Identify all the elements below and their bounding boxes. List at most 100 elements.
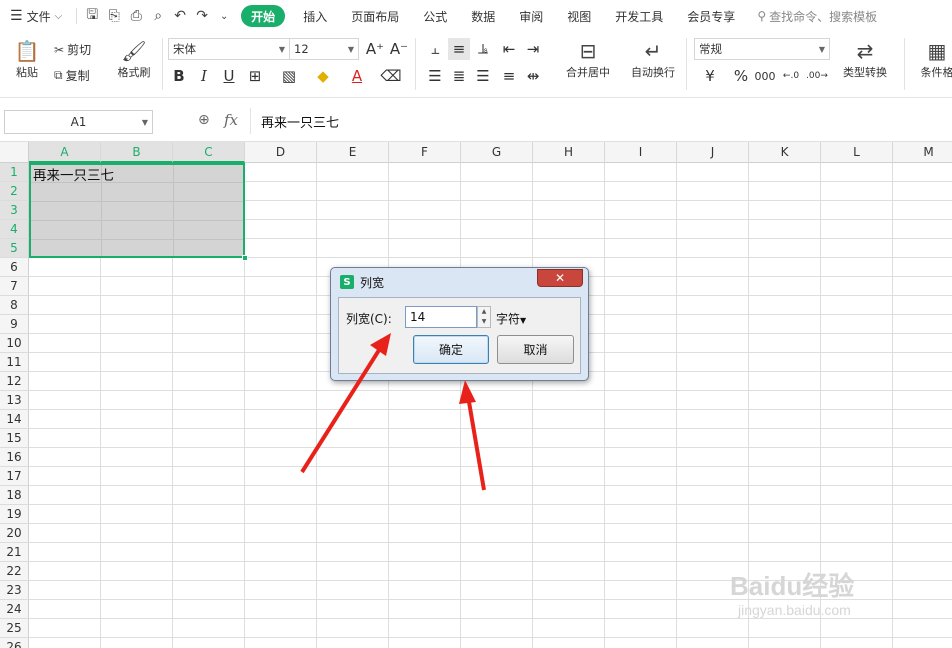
cell-a1[interactable]: 再来一只三七 xyxy=(33,164,114,184)
row-header[interactable]: 12 xyxy=(0,372,29,391)
more-icon[interactable]: ⌄ xyxy=(213,5,235,27)
column-header[interactable]: F xyxy=(389,142,461,163)
fx-icon[interactable]: fx xyxy=(224,111,238,129)
italic-icon[interactable]: I xyxy=(193,65,215,87)
row-header[interactable]: 13 xyxy=(0,391,29,410)
column-header[interactable]: D xyxy=(245,142,317,163)
bold-icon[interactable]: B xyxy=(168,65,190,87)
ok-button[interactable]: 确定 xyxy=(413,335,489,364)
cancel-button[interactable]: 取消 xyxy=(497,335,574,364)
row-header[interactable]: 23 xyxy=(0,581,29,600)
thousands-icon[interactable]: 000 xyxy=(754,65,776,87)
row-header[interactable]: 14 xyxy=(0,410,29,429)
spin-down-icon[interactable]: ▼ xyxy=(478,317,490,327)
name-box[interactable]: A1 ▼ xyxy=(4,110,153,134)
row-header[interactable]: 10 xyxy=(0,334,29,353)
fill-color-icon[interactable]: ◆ xyxy=(312,65,334,87)
tab-formula[interactable]: 公式 xyxy=(411,0,459,32)
row-header[interactable]: 3 xyxy=(0,201,29,220)
align-middle-icon[interactable]: ≡ xyxy=(448,38,470,60)
column-width-input[interactable]: 14 xyxy=(405,306,477,328)
spin-buttons[interactable]: ▲ ▼ xyxy=(477,306,491,328)
font-color-icon[interactable]: A xyxy=(346,65,368,87)
percent-icon[interactable]: % xyxy=(730,65,752,87)
paste-button[interactable]: 📋 粘贴 xyxy=(8,38,46,80)
conditional-format-button[interactable]: ▦ 条件格 xyxy=(912,38,952,80)
zoom-search-icon[interactable]: ⊕ xyxy=(198,112,210,128)
border-icon[interactable]: ⊞ xyxy=(244,65,266,87)
select-all-corner[interactable] xyxy=(0,142,29,163)
column-header[interactable]: H xyxy=(533,142,605,163)
row-header[interactable]: 1 xyxy=(0,163,29,182)
column-header[interactable]: E xyxy=(317,142,389,163)
column-header[interactable]: L xyxy=(821,142,893,163)
row-header[interactable]: 22 xyxy=(0,562,29,581)
fill-pattern-icon[interactable]: ▧ xyxy=(278,65,300,87)
column-header[interactable]: B xyxy=(101,142,173,163)
row-header[interactable]: 16 xyxy=(0,448,29,467)
save-icon[interactable]: 🖫 xyxy=(81,5,103,27)
indent-increase-icon[interactable]: ⇥ xyxy=(522,38,544,60)
row-header[interactable]: 25 xyxy=(0,619,29,638)
align-left-icon[interactable]: ☰ xyxy=(424,65,446,87)
row-header[interactable]: 20 xyxy=(0,524,29,543)
increase-decimal-icon[interactable]: ←.0 xyxy=(780,65,802,87)
tab-insert[interactable]: 插入 xyxy=(291,0,339,32)
underline-icon[interactable]: U xyxy=(218,65,240,87)
column-header[interactable]: I xyxy=(605,142,677,163)
type-convert-button[interactable]: ⇄ 类型转换 xyxy=(834,38,896,80)
row-header[interactable]: 18 xyxy=(0,486,29,505)
row-header[interactable]: 24 xyxy=(0,600,29,619)
print-icon[interactable]: ⎙ xyxy=(125,5,147,27)
font-name-select[interactable]: 宋体 ▼ xyxy=(168,38,290,60)
merge-center-button[interactable]: ⊟ 合并居中 xyxy=(556,38,620,80)
dialog-titlebar[interactable]: S 列宽 ✕ xyxy=(331,268,588,296)
tab-page-layout[interactable]: 页面布局 xyxy=(339,0,411,32)
column-header[interactable]: A xyxy=(29,142,101,163)
row-header[interactable]: 4 xyxy=(0,220,29,239)
row-header[interactable]: 26 xyxy=(0,638,29,648)
align-top-icon[interactable]: ⫠ xyxy=(424,38,446,60)
align-bottom-icon[interactable]: ⫡ xyxy=(472,38,494,60)
spin-up-icon[interactable]: ▲ xyxy=(478,307,490,317)
number-format-select[interactable]: 常规 ▼ xyxy=(694,38,830,60)
row-header[interactable]: 2 xyxy=(0,182,29,201)
redo-icon[interactable]: ↷ xyxy=(191,5,213,27)
cut-button[interactable]: ✂ 剪切 xyxy=(54,41,91,58)
justify-icon[interactable]: ≡ xyxy=(498,65,520,87)
row-header[interactable]: 17 xyxy=(0,467,29,486)
tab-member[interactable]: 会员专享 xyxy=(675,0,747,32)
column-header[interactable]: C xyxy=(173,142,245,163)
export-pdf-icon[interactable]: ⎘ xyxy=(103,5,125,27)
column-header[interactable]: J xyxy=(677,142,749,163)
tab-developer[interactable]: 开发工具 xyxy=(603,0,675,32)
increase-font-icon[interactable]: A⁺ xyxy=(364,38,386,60)
indent-decrease-icon[interactable]: ⇤ xyxy=(498,38,520,60)
column-header[interactable]: G xyxy=(461,142,533,163)
font-size-select[interactable]: 12 ▼ xyxy=(289,38,359,60)
eraser-icon[interactable]: ⌫ xyxy=(380,65,402,87)
close-button[interactable]: ✕ xyxy=(537,269,583,287)
row-header[interactable]: 7 xyxy=(0,277,29,296)
tab-review[interactable]: 审阅 xyxy=(507,0,555,32)
row-header[interactable]: 21 xyxy=(0,543,29,562)
unit-select[interactable]: 字符▼ xyxy=(496,310,526,327)
currency-icon[interactable]: ¥ xyxy=(696,65,724,87)
column-header[interactable]: K xyxy=(749,142,821,163)
undo-icon[interactable]: ↶ xyxy=(169,5,191,27)
tab-data[interactable]: 数据 xyxy=(459,0,507,32)
row-header[interactable]: 6 xyxy=(0,258,29,277)
row-header[interactable]: 15 xyxy=(0,429,29,448)
tab-view[interactable]: 视图 xyxy=(555,0,603,32)
format-painter-button[interactable]: 🖌 格式刷 xyxy=(112,38,156,80)
row-header[interactable]: 11 xyxy=(0,353,29,372)
distribute-icon[interactable]: ⇹ xyxy=(522,65,544,87)
wrap-text-button[interactable]: ↵ 自动换行 xyxy=(624,38,682,80)
file-menu[interactable]: ☰ 文件 ⌵ xyxy=(0,0,62,32)
decrease-decimal-icon[interactable]: .00→ xyxy=(806,65,828,87)
align-center-icon[interactable]: ≣ xyxy=(448,65,470,87)
print-preview-icon[interactable]: ⌕ xyxy=(147,5,169,27)
command-search[interactable]: ⚲ 查找命令、搜索模板 xyxy=(757,8,877,25)
formula-input[interactable]: 再来一只三七 xyxy=(250,108,952,134)
fill-handle[interactable] xyxy=(242,255,248,261)
